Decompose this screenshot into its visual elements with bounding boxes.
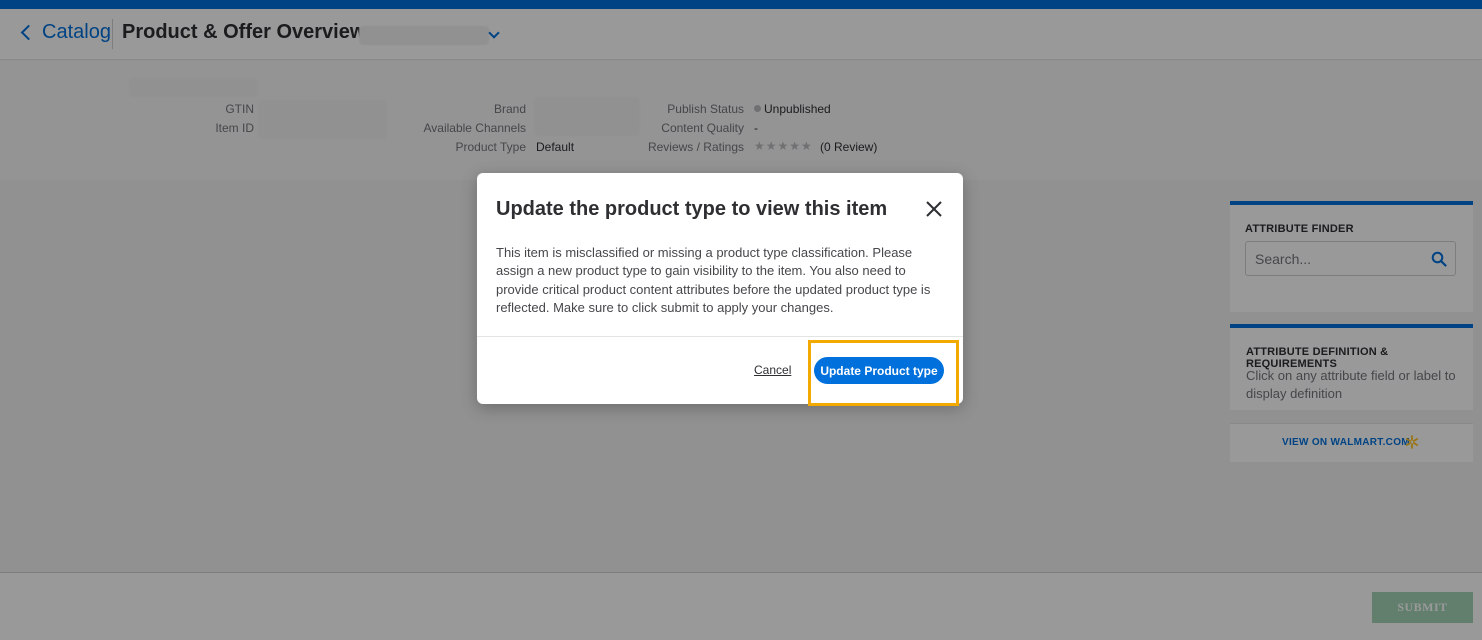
dialog-divider bbox=[477, 336, 963, 337]
close-icon[interactable] bbox=[924, 199, 944, 219]
button-highlight-box bbox=[808, 340, 959, 406]
dialog-title: Update the product type to view this ite… bbox=[496, 198, 888, 220]
cancel-link[interactable]: Cancel bbox=[754, 363, 791, 377]
dialog-message: This item is misclassified or missing a … bbox=[496, 245, 931, 315]
